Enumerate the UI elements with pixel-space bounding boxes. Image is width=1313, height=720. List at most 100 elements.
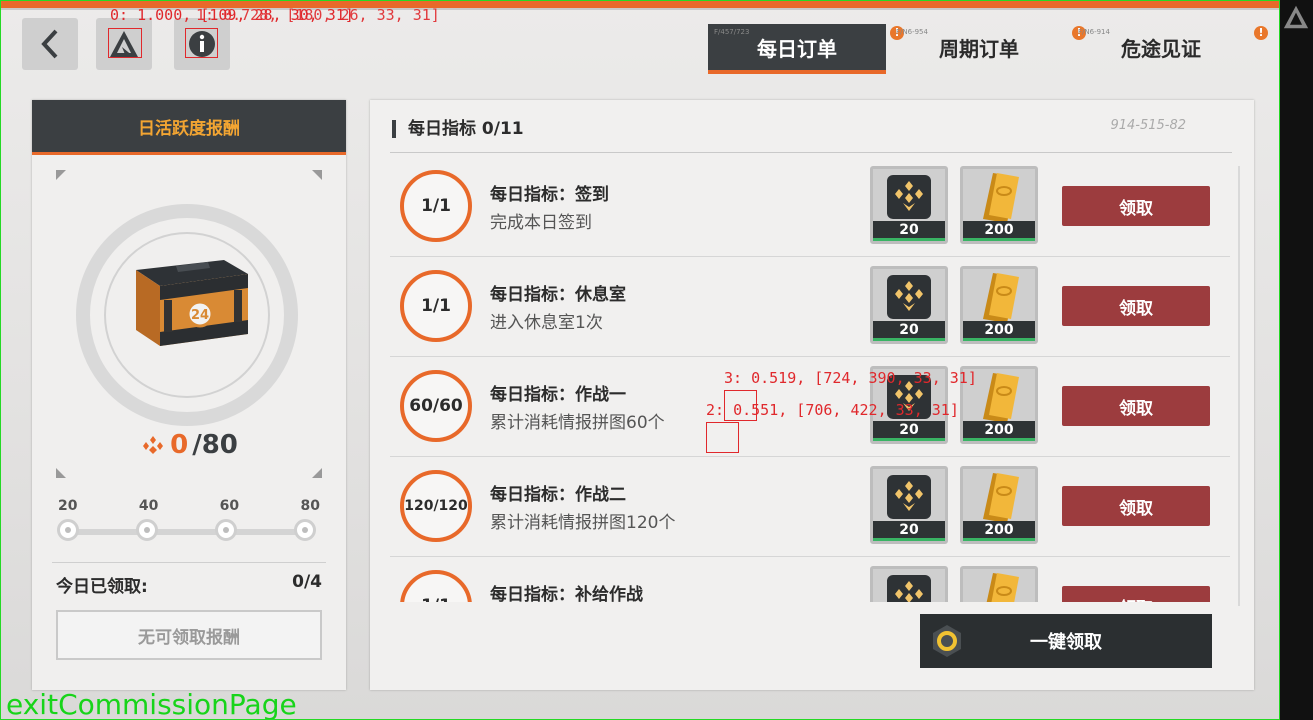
tab-code: F/N6-914 bbox=[1078, 28, 1110, 36]
task-title: 每日指标：签到 bbox=[490, 185, 609, 205]
reward-quantity: 200 bbox=[963, 221, 1035, 241]
activity-badge-icon bbox=[887, 575, 931, 602]
task-row: 1/1 每日指标：休息室 进入休息室1次 20 200 领取 bbox=[390, 256, 1230, 357]
task-row: 1/1 每日指标：补给作战 20 200 领取 bbox=[390, 556, 1230, 602]
hex-ring-icon bbox=[933, 625, 961, 657]
milestone-node-60[interactable] bbox=[215, 519, 237, 541]
supply-chest-icon[interactable]: 24 bbox=[124, 248, 254, 358]
reward-quantity: 200 bbox=[963, 421, 1035, 441]
reward-quantity: 200 bbox=[963, 321, 1035, 341]
detection-label: 1: 0.728, [180, 26, 33, 31] bbox=[196, 6, 440, 24]
corner-mark-icon bbox=[312, 468, 322, 478]
milestone-node-40[interactable] bbox=[136, 519, 158, 541]
tab-label: 周期订单 bbox=[939, 36, 1019, 61]
no-reward-button[interactable]: 无可领取报酬 bbox=[56, 610, 322, 660]
chevron-left-icon bbox=[41, 29, 58, 59]
claimed-today-row: 今日已领取: 0/4 bbox=[52, 562, 326, 597]
reward-gold[interactable]: 200 bbox=[960, 466, 1038, 544]
reward-activity-points[interactable]: 20 bbox=[870, 166, 948, 244]
task-row: 1/1 每日指标：签到 完成本日签到 20 200 领取 bbox=[390, 156, 1230, 257]
gold-bar-icon bbox=[983, 473, 1019, 523]
reward-gold[interactable]: 200 bbox=[960, 266, 1038, 344]
activity-points-icon bbox=[143, 436, 164, 454]
activity-score: 0/80 bbox=[32, 430, 346, 460]
task-title: 每日指标：作战一 bbox=[490, 385, 626, 405]
claimed-label: 今日已领取: bbox=[56, 577, 148, 597]
claim-all-button[interactable]: 一键领取 bbox=[920, 614, 1212, 668]
tab-daily-orders[interactable]: F/457/723 每日订单 ! bbox=[708, 24, 904, 74]
score-total: /80 bbox=[192, 430, 238, 460]
tab-periodic-orders[interactable]: F/N6-954 周期订单 ! bbox=[890, 24, 1086, 70]
detection-box bbox=[108, 28, 142, 58]
detection-label: 2: 0.551, [706, 422, 33, 31] bbox=[706, 401, 959, 419]
activity-badge-icon bbox=[887, 475, 931, 519]
tab-label: 危途见证 bbox=[1121, 36, 1201, 61]
milestone-label: 40 bbox=[138, 498, 159, 514]
tab-perilous-witness[interactable]: F/N6-914 危途见证 ! bbox=[1072, 24, 1268, 70]
claim-button[interactable]: 领取 bbox=[1062, 286, 1210, 326]
task-title: 每日指标：补给作战 bbox=[490, 585, 643, 602]
reward-activity-points[interactable]: 20 bbox=[870, 266, 948, 344]
task-list-scrollbar[interactable] bbox=[1238, 166, 1240, 606]
serial-number: 914-515-82 bbox=[1110, 118, 1186, 133]
activity-badge-icon bbox=[887, 275, 931, 319]
action-label: exitCommissionPage bbox=[6, 688, 297, 720]
detection-box bbox=[706, 422, 739, 453]
reward-gold[interactable]: 200 bbox=[960, 566, 1038, 602]
reward-activity-points[interactable]: 20 bbox=[870, 566, 948, 602]
task-row: 120/120 每日指标：作战二 累计消耗情报拼图120个 20 200 领取 bbox=[390, 456, 1230, 557]
task-description: 进入休息室1次 bbox=[490, 313, 603, 333]
corner-mark-icon bbox=[312, 170, 322, 180]
task-progress-circle: 1/1 bbox=[400, 570, 472, 602]
detection-box bbox=[185, 28, 218, 58]
back-button[interactable] bbox=[22, 18, 78, 70]
corner-mark-icon bbox=[56, 468, 66, 478]
commission-screen: F/457/723 每日订单 ! F/N6-954 周期订单 ! F/N6-91… bbox=[0, 0, 1280, 720]
gold-bar-icon bbox=[983, 273, 1019, 323]
reward-activity-points[interactable]: 20 bbox=[870, 466, 948, 544]
task-description: 完成本日签到 bbox=[490, 213, 592, 233]
reward-quantity: 20 bbox=[873, 521, 945, 541]
tab-label: 每日订单 bbox=[757, 36, 837, 61]
task-progress-circle: 120/120 bbox=[400, 470, 472, 542]
activity-badge-icon bbox=[887, 175, 931, 219]
alert-icon: ! bbox=[1254, 26, 1268, 40]
task-description: 累计消耗情报拼图120个 bbox=[490, 513, 676, 533]
tab-code: F/457/723 bbox=[714, 28, 750, 36]
task-description: 累计消耗情报拼图60个 bbox=[490, 413, 665, 433]
daily-activity-panel: 日活跃度报酬 24 0/80 20 40 60 80 今日已领取: 0/4 无可… bbox=[32, 100, 346, 690]
tab-code: F/N6-954 bbox=[896, 28, 928, 36]
gold-bar-icon bbox=[983, 173, 1019, 223]
claimed-value: 0/4 bbox=[292, 572, 322, 592]
score-current: 0 bbox=[170, 430, 189, 460]
claim-button[interactable]: 领取 bbox=[1062, 586, 1210, 602]
claim-button[interactable]: 领取 bbox=[1062, 486, 1210, 526]
milestone-label: 60 bbox=[219, 498, 240, 514]
milestone-label: 80 bbox=[300, 498, 320, 514]
task-progress-circle: 60/60 bbox=[400, 370, 472, 442]
reward-gold[interactable]: 200 bbox=[960, 166, 1038, 244]
task-title: 每日指标：作战二 bbox=[490, 485, 626, 505]
triangle-logo-icon bbox=[1283, 5, 1309, 29]
claim-all-label: 一键领取 bbox=[1030, 632, 1102, 653]
tasks-title: 每日指标 0/11 bbox=[392, 120, 524, 138]
divider bbox=[390, 152, 1232, 153]
milestone-labels: 20 40 60 80 bbox=[58, 498, 320, 514]
milestone-node-20[interactable] bbox=[57, 519, 79, 541]
task-progress-circle: 1/1 bbox=[400, 270, 472, 342]
daily-tasks-panel: 每日指标 0/11 914-515-82 1/1 每日指标：签到 完成本日签到 … bbox=[370, 100, 1254, 690]
corner-mark-icon bbox=[56, 170, 66, 180]
panel-title: 日活跃度报酬 bbox=[32, 100, 346, 155]
reward-quantity: 20 bbox=[873, 321, 945, 341]
task-title: 每日指标：休息室 bbox=[490, 285, 626, 305]
reward-quantity: 20 bbox=[873, 421, 945, 441]
task-progress-circle: 1/1 bbox=[400, 170, 472, 242]
claim-button[interactable]: 领取 bbox=[1062, 386, 1210, 426]
milestone-node-80[interactable] bbox=[294, 519, 316, 541]
chest-number: 24 bbox=[191, 308, 209, 323]
gold-bar-icon bbox=[986, 573, 1019, 602]
detection-label: 3: 0.519, [724, 390, 33, 31] bbox=[724, 369, 977, 387]
claim-button[interactable]: 领取 bbox=[1062, 186, 1210, 226]
activity-progress-track bbox=[68, 529, 312, 535]
side-strip bbox=[1280, 0, 1313, 720]
